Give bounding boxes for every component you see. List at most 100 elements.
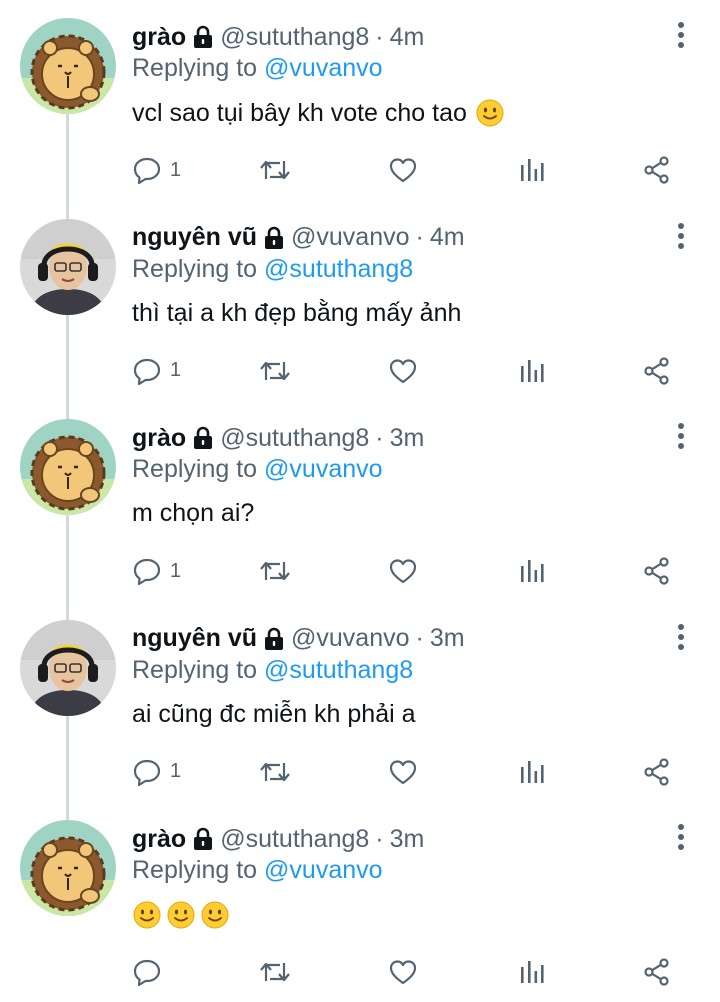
tweet-text: m chọn ai?	[132, 499, 254, 528]
replying-to-mention[interactable]: @sututhang8	[264, 255, 413, 283]
tweet-header: grào @sututhang8 · 3m	[132, 421, 424, 455]
retweet-button[interactable]	[258, 351, 292, 391]
reply-button[interactable]: 1	[132, 150, 181, 190]
lock-icon	[192, 426, 214, 450]
tweet[interactable]: grào @sututhang8 · 4m Replying to @vuvan…	[0, 0, 720, 200]
lock-icon	[192, 827, 214, 851]
analytics-button[interactable]	[518, 551, 546, 591]
share-button[interactable]	[642, 952, 672, 992]
tweet[interactable]: nguyên vũ @vuvanvo · 3m Replying to @sut…	[0, 602, 720, 802]
tweet-header: nguyên vũ @vuvanvo · 4m	[132, 221, 465, 255]
retweet-button[interactable]	[258, 952, 292, 992]
heart-icon	[388, 155, 418, 185]
retweet-button[interactable]	[258, 551, 292, 591]
display-name[interactable]: grào	[132, 424, 186, 453]
retweet-button[interactable]	[258, 150, 292, 190]
reply-button[interactable]: 1	[132, 351, 181, 391]
reply-button[interactable]: 1	[132, 752, 181, 792]
like-button[interactable]	[388, 752, 418, 792]
tweet-header: grào @sututhang8 · 4m	[132, 20, 424, 54]
handle[interactable]: @sututhang8	[220, 424, 369, 453]
tweet-text-content: ai cũng đc miễn kh phải a	[132, 699, 416, 728]
reply-icon	[132, 155, 162, 185]
share-icon	[642, 757, 672, 787]
retweet-button[interactable]	[258, 752, 292, 792]
tweet-actions: 1	[132, 150, 692, 190]
more-options-icon[interactable]	[674, 822, 688, 852]
timestamp[interactable]: 4m	[430, 223, 465, 252]
share-icon	[642, 957, 672, 987]
tweet-text-content: vcl sao tụi bây kh vote cho tao	[132, 98, 467, 127]
handle[interactable]: @vuvanvo	[291, 624, 410, 653]
reply-icon	[132, 356, 162, 386]
like-button[interactable]	[388, 150, 418, 190]
share-button[interactable]	[642, 351, 672, 391]
person-avatar[interactable]	[20, 619, 116, 716]
share-icon	[642, 155, 672, 185]
timestamp[interactable]: 3m	[430, 624, 465, 653]
handle[interactable]: @vuvanvo	[291, 223, 410, 252]
tweet-actions: 1	[132, 351, 692, 391]
analytics-button[interactable]	[518, 752, 546, 792]
replying-to: Replying to @vuvanvo	[132, 455, 383, 484]
analytics-button[interactable]	[518, 952, 546, 992]
heart-icon	[388, 556, 418, 586]
lion-avatar[interactable]	[20, 18, 116, 114]
smiley-emoji-icon	[166, 900, 196, 930]
tweet[interactable]: grào @sututhang8 · 3m Replying to @vuvan…	[0, 802, 720, 1002]
like-button[interactable]	[388, 351, 418, 391]
share-button[interactable]	[642, 752, 672, 792]
lion-avatar[interactable]	[20, 820, 116, 916]
separator-dot: ·	[375, 22, 384, 51]
lion-avatar[interactable]	[20, 419, 116, 515]
analytics-button[interactable]	[518, 150, 546, 190]
reply-button[interactable]	[132, 952, 170, 992]
separator-dot: ·	[415, 223, 424, 251]
lock-icon	[263, 226, 285, 250]
display-name[interactable]: nguyên vũ	[132, 624, 257, 653]
analytics-button[interactable]	[518, 351, 546, 391]
display-name[interactable]: grào	[132, 825, 186, 854]
share-button[interactable]	[642, 150, 672, 190]
replying-to: Replying to @sututhang8	[132, 255, 413, 284]
more-options-icon[interactable]	[674, 221, 688, 251]
replying-to-mention[interactable]: @vuvanvo	[264, 856, 383, 884]
like-button[interactable]	[388, 551, 418, 591]
timestamp[interactable]: 3m	[390, 825, 425, 854]
bar-chart-icon	[518, 155, 546, 185]
more-options-icon[interactable]	[674, 20, 688, 50]
replying-to-label: Replying to	[132, 54, 265, 82]
retweet-icon	[258, 957, 292, 987]
reply-icon	[132, 957, 162, 987]
replying-to-label: Replying to	[132, 254, 265, 283]
more-options-icon[interactable]	[674, 622, 688, 652]
display-name[interactable]: grào	[132, 23, 186, 52]
person-avatar[interactable]	[20, 218, 116, 315]
tweet-header: nguyên vũ @vuvanvo · 3m	[132, 622, 465, 656]
tweet-actions: 1	[132, 551, 692, 591]
replying-to-mention[interactable]: @vuvanvo	[264, 455, 383, 483]
retweet-icon	[258, 356, 292, 386]
timestamp[interactable]: 4m	[390, 23, 425, 52]
more-options-icon[interactable]	[674, 421, 688, 451]
like-button[interactable]	[388, 952, 418, 992]
retweet-icon	[258, 757, 292, 787]
reply-button[interactable]: 1	[132, 551, 181, 591]
smiley-emoji-icon	[132, 900, 162, 930]
lock-icon	[263, 627, 285, 651]
heart-icon	[388, 957, 418, 987]
bar-chart-icon	[518, 957, 546, 987]
handle[interactable]: @sututhang8	[220, 825, 369, 854]
handle[interactable]: @sututhang8	[220, 23, 369, 52]
replying-to-mention[interactable]: @vuvanvo	[264, 54, 383, 82]
share-button[interactable]	[642, 551, 672, 591]
tweet-text-content: thì tại a kh đẹp bằng mấy ảnh	[132, 298, 462, 327]
separator-dot: ·	[415, 624, 424, 652]
display-name[interactable]: nguyên vũ	[132, 223, 257, 252]
tweet[interactable]: nguyên vũ @vuvanvo · 4m Replying to @sut…	[0, 201, 720, 401]
tweet[interactable]: grào @sututhang8 · 3m Replying to @vuvan…	[0, 401, 720, 601]
lock-icon	[192, 25, 214, 49]
timestamp[interactable]: 3m	[390, 424, 425, 453]
replying-to: Replying to @vuvanvo	[132, 856, 383, 885]
replying-to-mention[interactable]: @sututhang8	[264, 656, 413, 684]
